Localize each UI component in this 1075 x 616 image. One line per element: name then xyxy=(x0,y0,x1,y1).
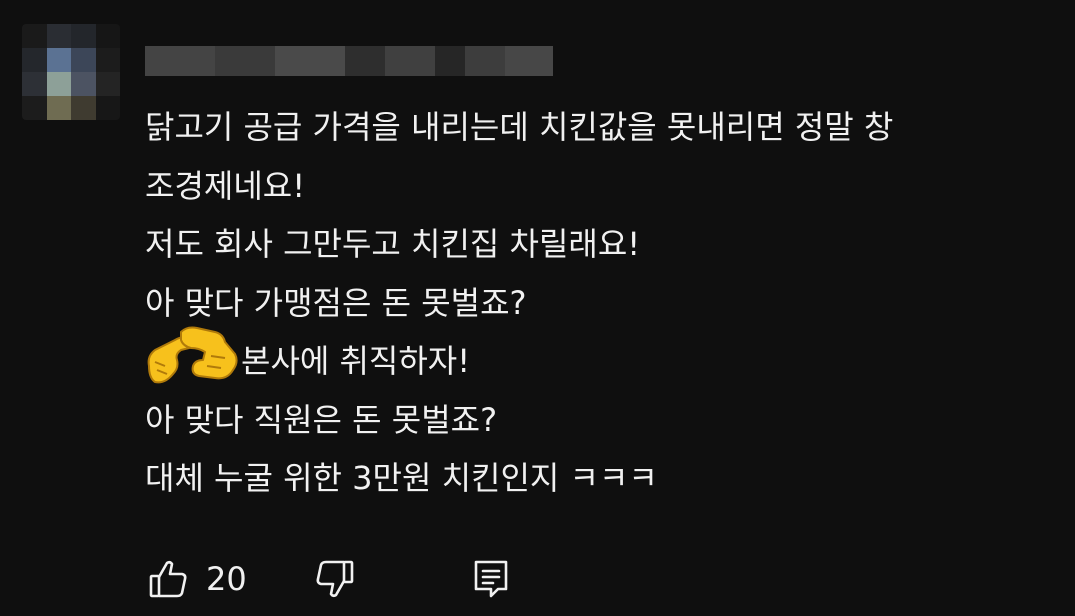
comment-icon xyxy=(474,560,508,598)
comment-line: 닭고기 공급 가격을 내리는데 치킨값을 못내리면 정말 창 xyxy=(145,108,894,146)
comment-actions: 20 xyxy=(148,556,511,602)
reply-button[interactable] xyxy=(471,559,511,599)
username[interactable] xyxy=(145,46,553,76)
comment-line: 저도 회사 그만두고 치킨집 차릴래요! xyxy=(145,225,641,263)
comment-line: 대체 누굴 위한 3만원 치킨인지 ㅋㅋㅋ xyxy=(145,459,658,497)
like-button[interactable]: 20 xyxy=(148,559,247,599)
comment-line-text: 본사에 취직하자! xyxy=(241,342,471,380)
thumbs-down-icon xyxy=(316,560,354,598)
comment-line: 조경제네요! xyxy=(145,166,306,205)
handshake-icon xyxy=(147,326,238,384)
comment-text: 닭고기 공급 가격을 내리는데 치킨값을 못내리면 정말 창 조경제네요! 저도… xyxy=(145,98,1065,508)
dislike-button[interactable] xyxy=(315,559,355,599)
comment-line: 아 맞다 직원은 돈 못벌죠? xyxy=(145,400,498,439)
thumbs-up-icon xyxy=(149,560,187,598)
comment-line-with-emoji: 본사에 취직하자! xyxy=(145,326,1065,391)
avatar[interactable] xyxy=(22,24,120,120)
like-count: 20 xyxy=(206,560,247,598)
comment-line: 아 맞다 가맹점은 돈 못벌죠? xyxy=(145,283,527,322)
